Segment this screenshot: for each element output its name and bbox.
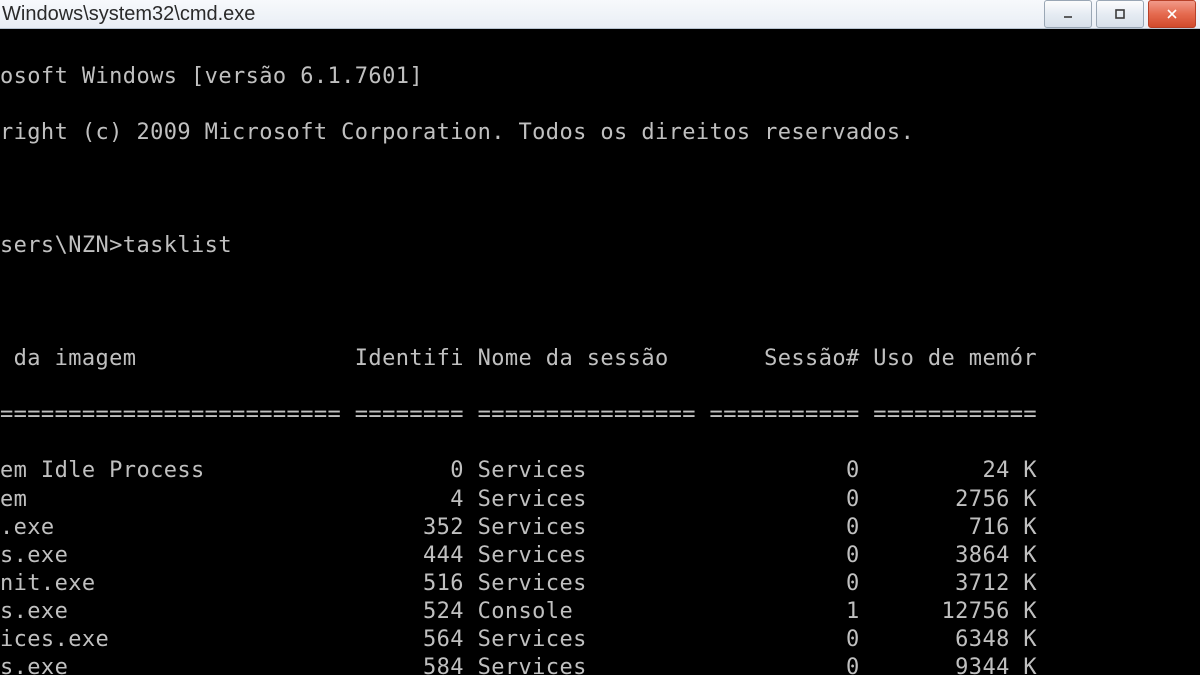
titlebar[interactable]: Windows\system32\cmd.exe bbox=[0, 0, 1200, 29]
header-separator: ========================= ======== =====… bbox=[0, 401, 1200, 429]
banner-line: right (c) 2009 Microsoft Corporation. To… bbox=[0, 119, 1200, 147]
process-row: ices.exe 564 Services 0 6348 K bbox=[0, 626, 1200, 654]
minimize-button[interactable] bbox=[1044, 0, 1092, 28]
banner-line: osoft Windows [versão 6.1.7601] bbox=[0, 63, 1200, 91]
console-output[interactable]: osoft Windows [versão 6.1.7601] right (c… bbox=[0, 29, 1200, 675]
close-icon bbox=[1166, 8, 1178, 20]
process-row: em 4 Services 0 2756 K bbox=[0, 486, 1200, 514]
blank-line bbox=[0, 176, 1200, 204]
blank-line bbox=[0, 288, 1200, 316]
minimize-icon bbox=[1062, 8, 1074, 20]
maximize-icon bbox=[1114, 8, 1126, 20]
process-row: s.exe 524 Console 1 12756 K bbox=[0, 598, 1200, 626]
process-row: .exe 352 Services 0 716 K bbox=[0, 514, 1200, 542]
close-button[interactable] bbox=[1148, 0, 1196, 28]
maximize-button[interactable] bbox=[1096, 0, 1144, 28]
cmd-window: Windows\system32\cmd.exe osoft Windows [… bbox=[0, 0, 1200, 675]
prompt-line: sers\NZN>tasklist bbox=[0, 232, 1200, 260]
process-row: nit.exe 516 Services 0 3712 K bbox=[0, 570, 1200, 598]
header-row: da imagem Identifi Nome da sessão Sessão… bbox=[0, 345, 1200, 373]
window-title: Windows\system32\cmd.exe bbox=[0, 3, 255, 26]
process-row: s.exe 444 Services 0 3864 K bbox=[0, 542, 1200, 570]
process-row: em Idle Process 0 Services 0 24 K bbox=[0, 457, 1200, 485]
process-row: s.exe 584 Services 0 9344 K bbox=[0, 654, 1200, 675]
window-controls bbox=[1044, 0, 1196, 28]
